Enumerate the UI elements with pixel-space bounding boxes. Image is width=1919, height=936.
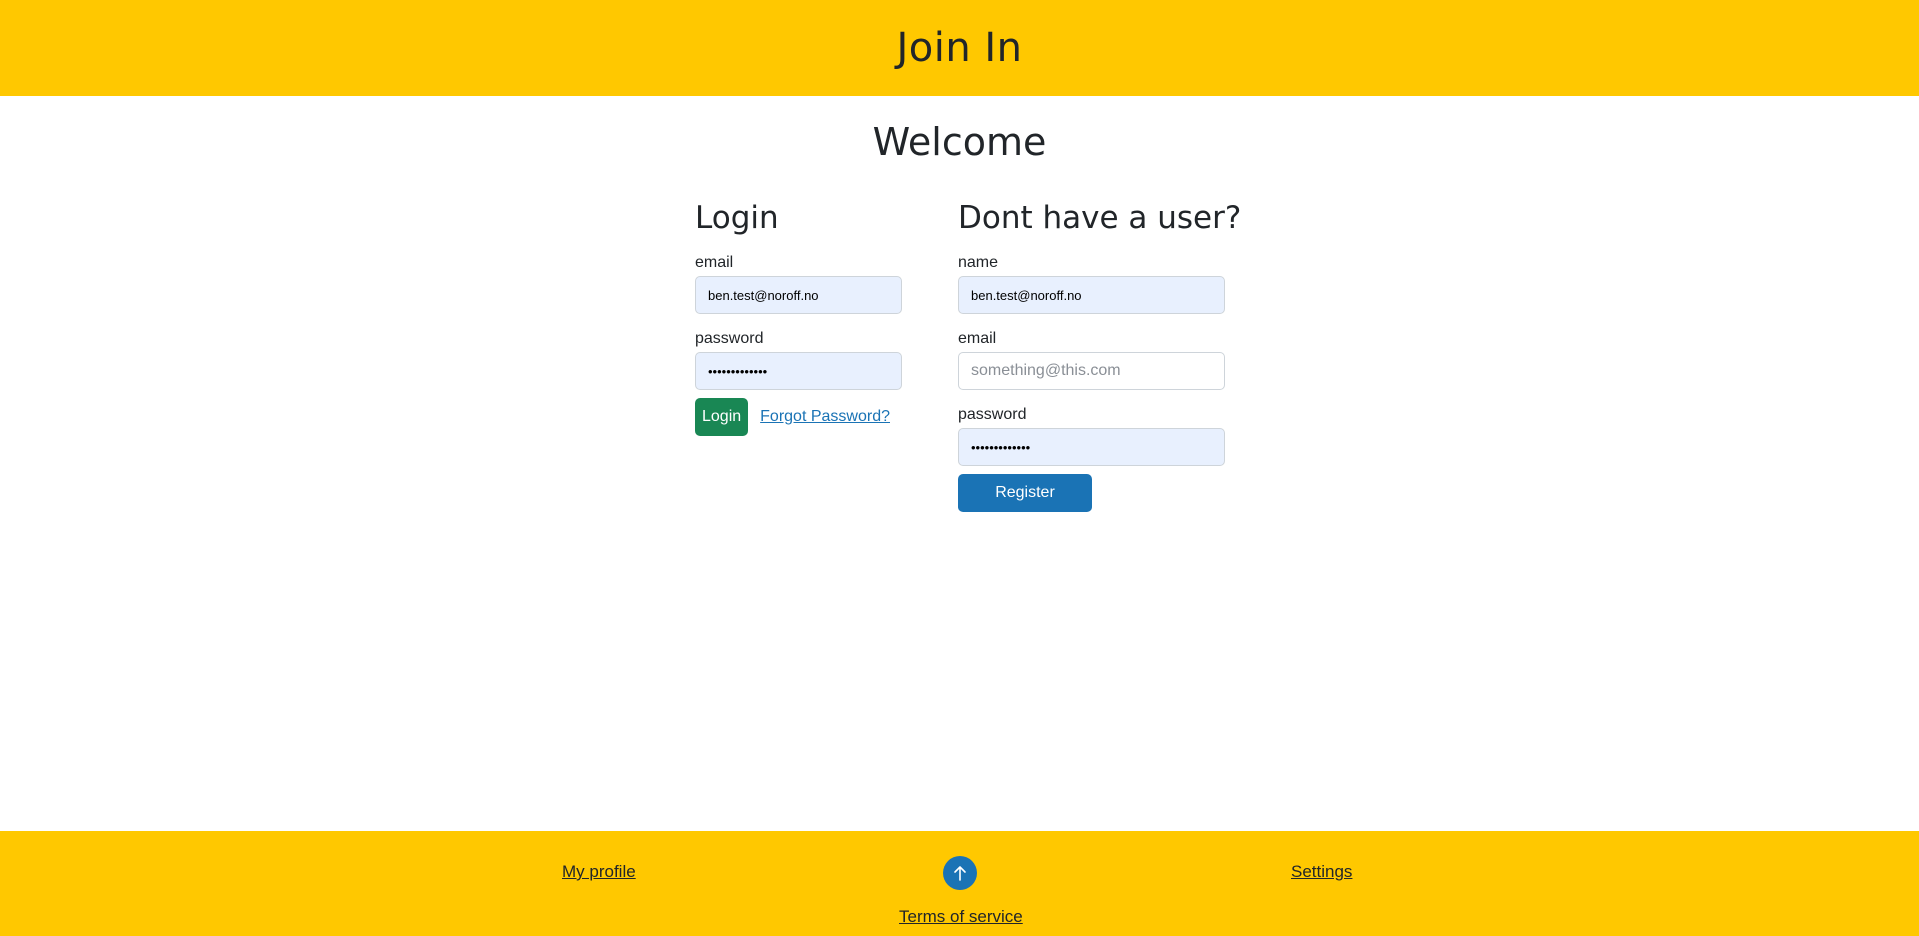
register-heading: Dont have a user?: [958, 200, 1242, 236]
arrow-up-icon: [954, 866, 966, 881]
login-password-field[interactable]: [695, 352, 902, 390]
page-title: Welcome: [872, 120, 1047, 164]
register-password-field[interactable]: [958, 428, 1225, 466]
login-section: Login email password Login Forgot Passwo…: [695, 200, 902, 436]
register-email-label: email: [958, 330, 997, 347]
site-header: Join In: [0, 0, 1919, 96]
settings-link[interactable]: Settings: [1291, 862, 1352, 882]
register-section: Dont have a user? name email password Re…: [958, 200, 1242, 512]
register-password-label: password: [958, 406, 1027, 423]
login-password-label: password: [695, 330, 764, 347]
register-name-label: name: [958, 254, 999, 271]
register-email-field[interactable]: [958, 352, 1225, 390]
my-profile-link[interactable]: My profile: [562, 862, 636, 882]
login-email-label: email: [695, 254, 734, 271]
scroll-to-top-button[interactable]: [943, 856, 977, 890]
register-name-field[interactable]: [958, 276, 1225, 314]
forgot-password-link[interactable]: Forgot Password?: [760, 408, 890, 426]
login-heading: Login: [695, 200, 779, 236]
login-button[interactable]: Login: [695, 398, 749, 436]
site-footer: My profile Settings Terms of service: [0, 831, 1919, 936]
login-email-field[interactable]: [695, 276, 902, 314]
site-title: Join In: [896, 25, 1023, 71]
login-actions: Login Forgot Password?: [695, 398, 902, 436]
terms-of-service-link[interactable]: Terms of service: [899, 907, 1023, 927]
register-button[interactable]: Register: [958, 474, 1092, 512]
